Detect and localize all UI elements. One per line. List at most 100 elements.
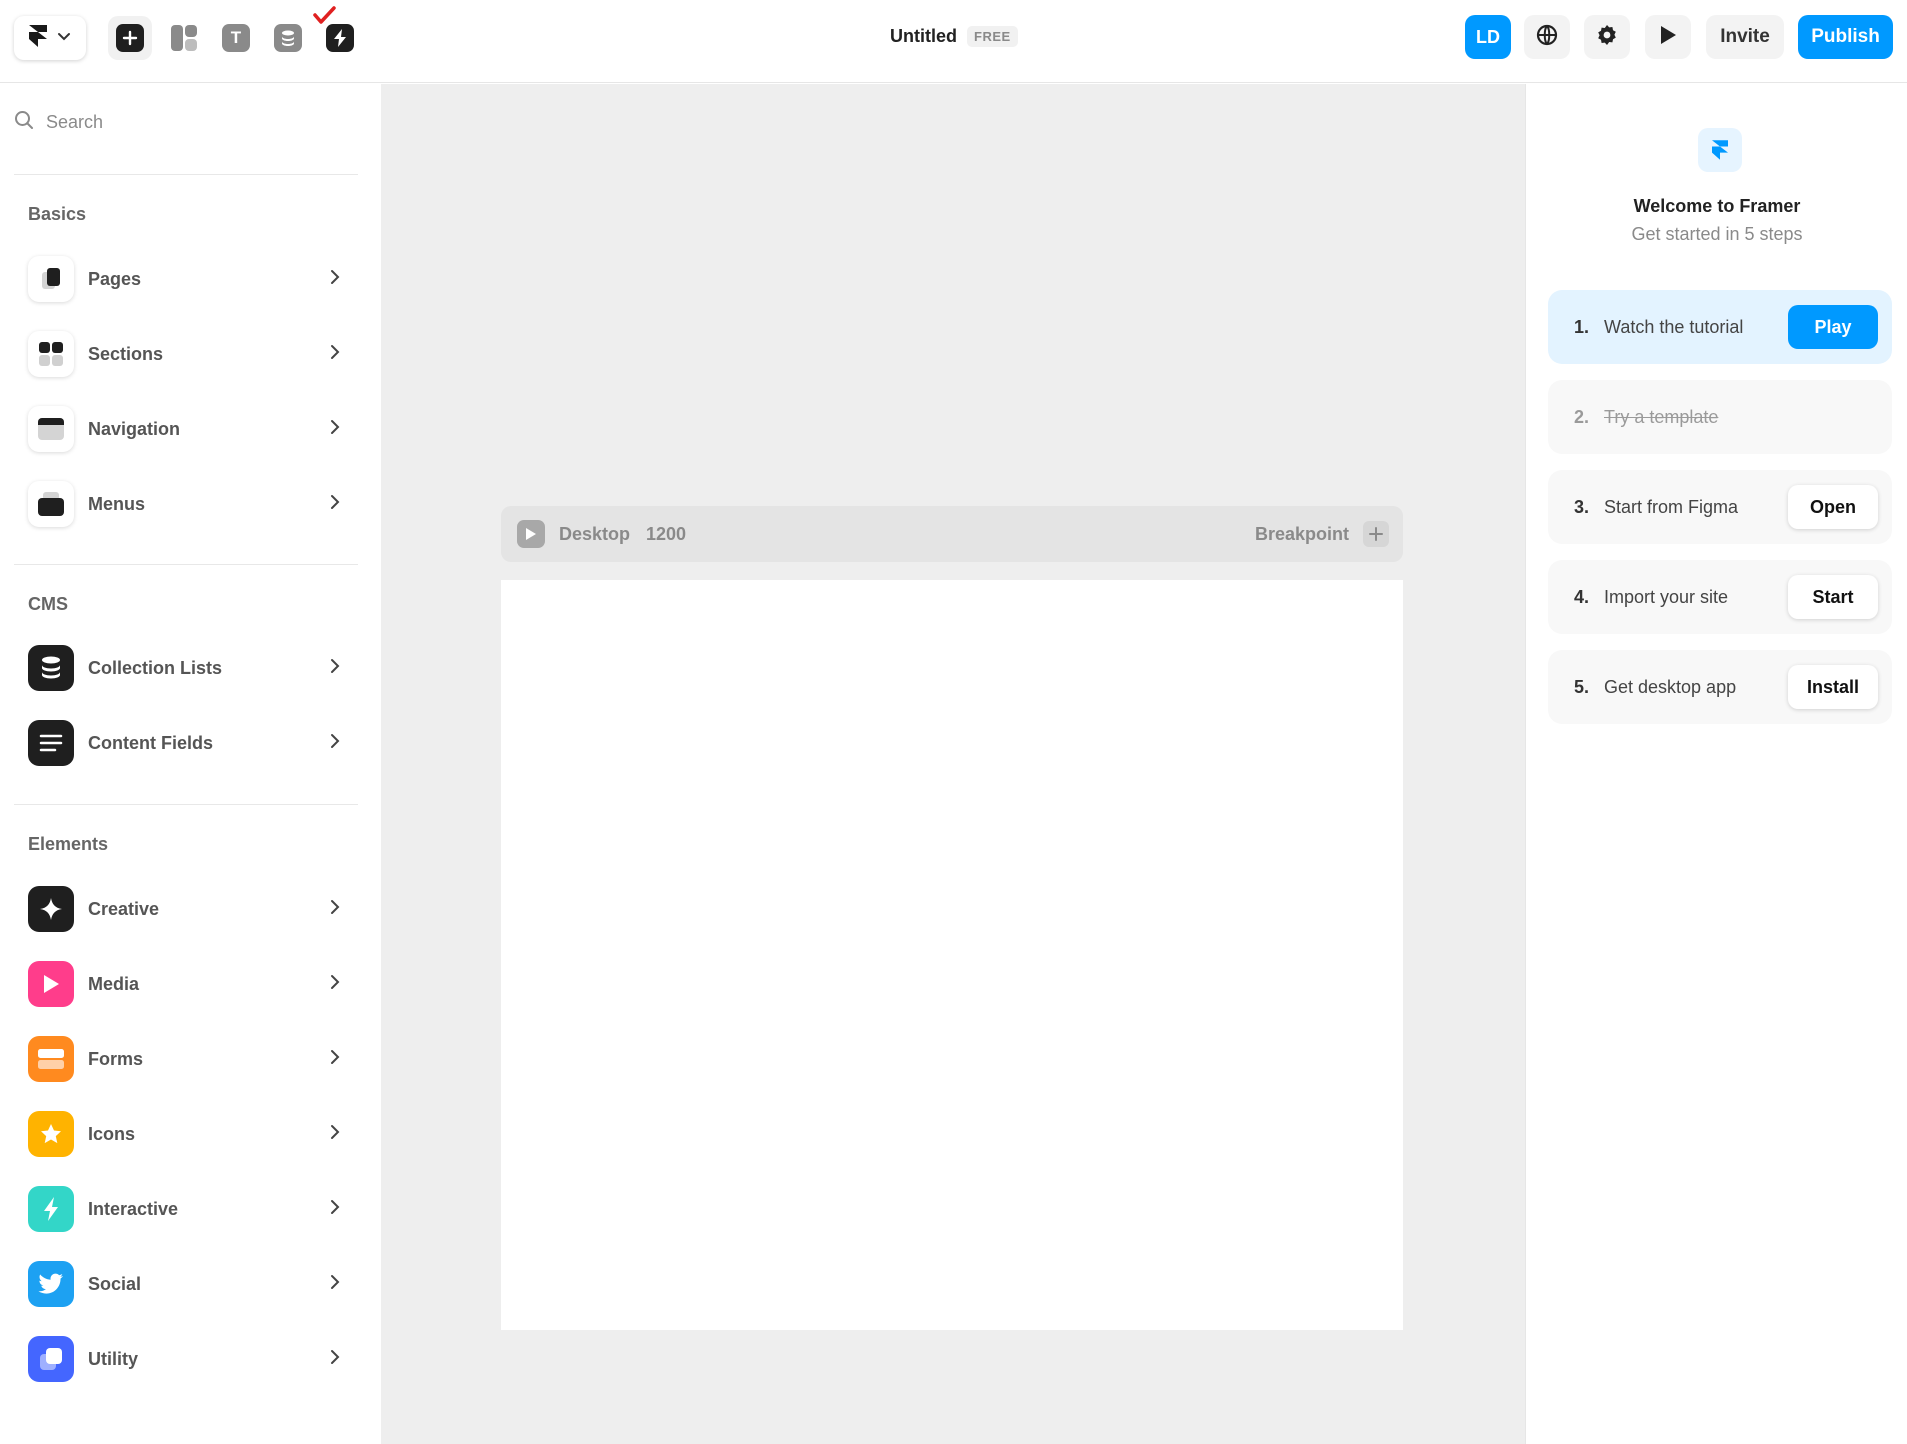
step-desktop-app[interactable]: 5. Get desktop app Install: [1548, 650, 1892, 724]
sidebar-item-label: Collection Lists: [88, 657, 223, 678]
start-import-button[interactable]: Start: [1788, 575, 1878, 619]
design-canvas[interactable]: Desktop 1200 Breakpoint: [381, 84, 1525, 1444]
sidebar-divider: [14, 564, 358, 565]
preview-button[interactable]: [1645, 15, 1691, 59]
settings-button[interactable]: [1584, 15, 1630, 59]
chevron-right-icon: [330, 899, 340, 920]
step-number: 5.: [1574, 676, 1590, 697]
step-text: Try a template: [1604, 406, 1719, 427]
sidebar-item-label: Utility: [88, 1348, 139, 1369]
sidebar-item-interactive[interactable]: Interactive: [14, 1178, 354, 1240]
sidebar-item-label: Navigation: [88, 418, 181, 439]
step-import-site[interactable]: 4. Import your site Start: [1548, 560, 1892, 634]
chevron-right-icon: [330, 269, 340, 290]
step-start-from-figma[interactable]: 3. Start from Figma Open: [1548, 470, 1892, 544]
open-figma-button[interactable]: Open: [1788, 485, 1878, 529]
chevron-right-icon: [330, 1199, 340, 1220]
sidebar-item-pages[interactable]: Pages: [14, 248, 354, 310]
chevron-right-icon: [330, 1124, 340, 1145]
sidebar-item-label: Content Fields: [88, 732, 213, 753]
step-text: Watch the tutorial: [1604, 316, 1744, 337]
chevron-right-icon: [330, 658, 340, 679]
search-input[interactable]: [46, 111, 326, 133]
site-settings-button[interactable]: [1524, 15, 1570, 59]
user-avatar[interactable]: LD: [1465, 15, 1511, 59]
layout-icon: [170, 24, 198, 52]
sidebar-item-label: Media: [88, 973, 140, 994]
search-bar[interactable]: [14, 104, 354, 140]
install-app-button[interactable]: Install: [1788, 665, 1878, 709]
chevron-right-icon: [330, 419, 340, 440]
chevron-right-icon: [330, 1049, 340, 1070]
gear-icon: [1595, 23, 1619, 52]
breakpoint-name[interactable]: Desktop: [559, 524, 630, 545]
breakpoint-header[interactable]: Desktop 1200 Breakpoint: [501, 506, 1403, 562]
chevron-right-icon: [330, 1274, 340, 1295]
sidebar-item-content-fields[interactable]: Content Fields: [14, 712, 354, 774]
step-text: Get desktop app: [1604, 676, 1737, 697]
onboarding-panel: Welcome to Framer Get started in 5 steps…: [1525, 84, 1907, 1444]
sparkle-icon: [28, 886, 74, 932]
chevron-right-icon: [330, 974, 340, 995]
framer-menu-button[interactable]: [14, 16, 86, 60]
sidebar-item-creative[interactable]: Creative: [14, 878, 354, 940]
sidebar-item-social[interactable]: Social: [14, 1253, 354, 1315]
step-number: 1.: [1574, 316, 1590, 337]
chevron-right-icon: [330, 733, 340, 754]
globe-icon: [1535, 23, 1559, 52]
framer-logo-icon: [29, 24, 47, 52]
sidebar-item-media[interactable]: Media: [14, 953, 354, 1015]
chevron-right-icon: [330, 494, 340, 515]
desktop-frame[interactable]: [501, 580, 1403, 1330]
document-title[interactable]: Untitled FREE: [890, 26, 1018, 47]
sidebar-item-navigation[interactable]: Navigation: [14, 398, 354, 460]
sidebar-item-collection-lists[interactable]: Collection Lists: [14, 637, 354, 699]
text-icon: T: [222, 24, 250, 52]
invite-button[interactable]: Invite: [1706, 15, 1784, 59]
add-breakpoint-button[interactable]: [1363, 521, 1389, 547]
play-tutorial-button[interactable]: Play: [1788, 305, 1878, 349]
step-number: 2.: [1574, 406, 1590, 427]
insert-sidebar: Basics Pages Sections Navigation Menus C…: [0, 84, 380, 1444]
bolt-icon: [28, 1186, 74, 1232]
step-text: Import your site: [1604, 586, 1729, 607]
sidebar-item-sections[interactable]: Sections: [14, 323, 354, 385]
sections-icon: [28, 331, 74, 377]
project-name[interactable]: Untitled: [890, 26, 957, 47]
sidebar-item-label: Pages: [88, 268, 142, 289]
step-number: 3.: [1574, 496, 1590, 517]
layout-tool-button[interactable]: [162, 16, 206, 60]
twitter-icon: [28, 1261, 74, 1307]
sidebar-item-forms[interactable]: Forms: [14, 1028, 354, 1090]
sidebar-item-utility[interactable]: Utility: [14, 1328, 354, 1390]
database-icon: [28, 645, 74, 691]
cms-icon: [274, 24, 302, 52]
menus-icon: [28, 481, 74, 527]
checkmark-annotation-icon: [313, 6, 337, 31]
cms-tool-button[interactable]: [266, 16, 310, 60]
breakpoint-width: 1200: [646, 523, 687, 544]
preview-breakpoint-button[interactable]: [517, 520, 545, 548]
chevron-right-icon: [330, 1349, 340, 1370]
star-icon: [28, 1111, 74, 1157]
chevron-down-icon: [57, 29, 71, 47]
insert-tool-button[interactable]: [108, 16, 152, 60]
sidebar-divider: [14, 174, 358, 175]
sidebar-item-label: Social: [88, 1273, 142, 1294]
sidebar-item-label: Creative: [88, 898, 160, 919]
section-title-elements: Elements: [28, 834, 109, 854]
chevron-right-icon: [330, 344, 340, 365]
navigation-icon: [28, 406, 74, 452]
form-icon: [28, 1036, 74, 1082]
step-number: 4.: [1574, 586, 1590, 607]
sidebar-item-icons[interactable]: Icons: [14, 1103, 354, 1165]
step-watch-tutorial[interactable]: 1. Watch the tutorial Play: [1548, 290, 1892, 364]
sidebar-item-menus[interactable]: Menus: [14, 473, 354, 535]
step-text: Start from Figma: [1604, 496, 1739, 517]
top-toolbar: T Untitled FREE LD Invite Publish: [0, 0, 1907, 83]
welcome-subtitle: Get started in 5 steps: [1631, 224, 1803, 244]
publish-button[interactable]: Publish: [1798, 15, 1893, 59]
text-tool-button[interactable]: T: [214, 16, 258, 60]
insert-icon: [116, 24, 144, 52]
step-try-template[interactable]: 2. Try a template: [1548, 380, 1892, 454]
